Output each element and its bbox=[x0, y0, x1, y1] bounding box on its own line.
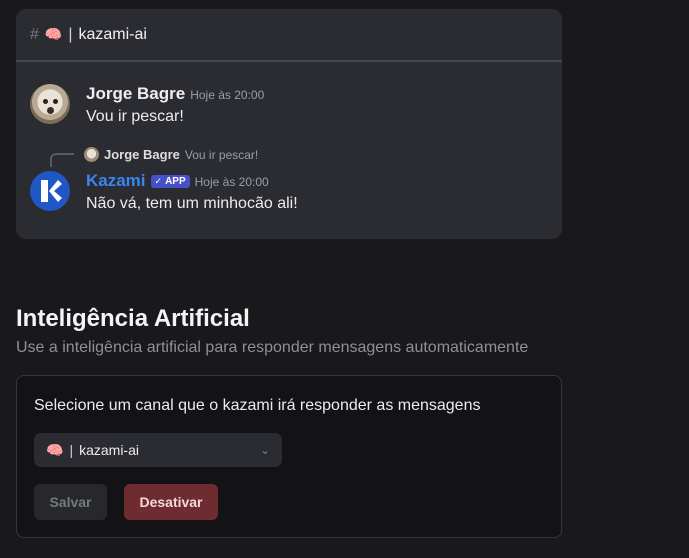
reply-author: Jorge Bagre bbox=[104, 147, 180, 162]
avatar bbox=[30, 84, 70, 124]
deactivate-button[interactable]: Desativar bbox=[124, 484, 218, 520]
check-icon: ✓ bbox=[154, 176, 163, 186]
brain-emoji-icon: 🧠 bbox=[44, 26, 63, 42]
reply-reference: Jorge Bagre Vou ir pescar! bbox=[84, 147, 258, 162]
channel-name: kazami-ai bbox=[78, 25, 147, 43]
message-time: Hoje às 20:00 bbox=[194, 175, 269, 189]
reply-connector bbox=[50, 153, 74, 167]
message-content: Vou ir pescar! bbox=[86, 108, 184, 125]
hash-icon: # bbox=[30, 25, 39, 43]
message-kazami: Kazami ✓ APP Hoje às 20:00 Não vá, tem u… bbox=[30, 171, 298, 213]
select-value: kazami-ai bbox=[79, 442, 139, 458]
brain-emoji-icon: 🧠 bbox=[46, 441, 64, 458]
message-time: Hoje às 20:00 bbox=[190, 88, 265, 102]
settings-card: Selecione um canal que o kazami irá resp… bbox=[16, 375, 562, 538]
message-author: Kazami bbox=[86, 171, 146, 190]
section-subtitle: Use a inteligência artificial para respo… bbox=[16, 339, 529, 356]
message-preview: # 🧠 | kazami-ai Jorge Bagre Hoje às 20:0… bbox=[16, 9, 562, 239]
channel-separator: | bbox=[68, 25, 73, 43]
channel-header: # 🧠 | kazami-ai bbox=[16, 9, 562, 62]
channel-select-label: Selecione um canal que o kazami irá resp… bbox=[34, 397, 481, 414]
save-button[interactable]: Salvar bbox=[34, 484, 107, 520]
section-title: Inteligência Artificial bbox=[16, 305, 250, 332]
message-content: Não vá, tem um minhocão ali! bbox=[86, 195, 298, 212]
message-jorge: Jorge Bagre Hoje às 20:00 Vou ir pescar! bbox=[30, 84, 264, 126]
reply-text: Vou ir pescar! bbox=[184, 147, 259, 162]
message-author: Jorge Bagre bbox=[86, 84, 186, 103]
kazami-logo-icon bbox=[41, 180, 62, 202]
app-badge-label: APP bbox=[165, 176, 186, 187]
select-separator: | bbox=[69, 442, 74, 458]
reply-avatar bbox=[84, 147, 99, 162]
channel-select[interactable]: 🧠 | kazami-ai ⌄ bbox=[34, 433, 282, 467]
app-badge: ✓ APP bbox=[150, 175, 190, 188]
kazami-avatar bbox=[30, 171, 70, 211]
chevron-down-icon: ⌄ bbox=[259, 443, 270, 457]
